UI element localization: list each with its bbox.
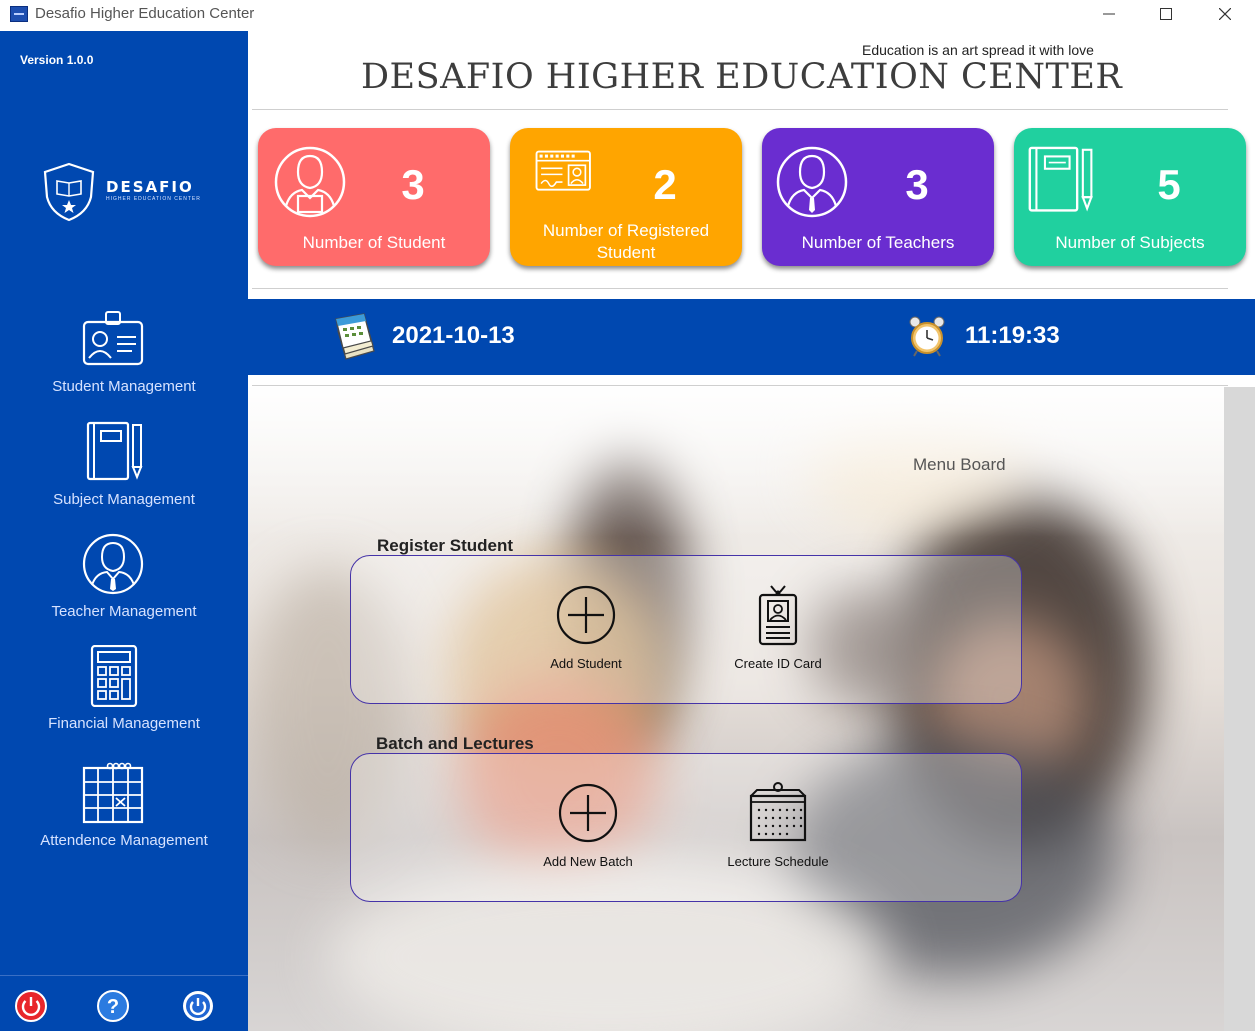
alarm-clock-icon <box>909 316 945 357</box>
logout-icon <box>183 991 213 1021</box>
current-date: 2021-10-13 <box>392 322 515 349</box>
power-off-icon <box>15 990 47 1022</box>
version-label: Version 1.0.0 <box>20 53 94 67</box>
header-divider <box>252 109 1228 110</box>
add-circle-icon <box>558 783 618 843</box>
add-new-batch-button[interactable]: Add New Batch <box>531 782 645 874</box>
group-title-batch-and-lectures: Batch and Lectures <box>376 734 534 753</box>
action-label: Create ID Card <box>734 656 822 671</box>
id-card-icon <box>758 585 798 646</box>
svg-text:?: ? <box>107 996 119 1018</box>
stat-label: Number of Teachers <box>801 233 955 252</box>
teacher-icon <box>776 146 848 218</box>
id-badge-icon <box>82 311 144 366</box>
logo-subtitle: HIGHER EDUCATION CENTER <box>106 196 201 202</box>
stat-card-subjects: 5 Number of Subjects <box>1014 128 1246 266</box>
lecture-schedule-button[interactable]: Lecture Schedule <box>721 782 835 874</box>
stat-count: 2 <box>653 161 677 208</box>
stat-card-teachers: 3 Number of Teachers <box>762 128 994 266</box>
sidebar-item-student-management[interactable]: Student Management <box>0 308 248 416</box>
shield-logo-icon <box>43 162 95 222</box>
minimize-button[interactable] <box>1086 0 1132 28</box>
help-icon: ? <box>97 990 129 1022</box>
registration-card-icon <box>535 150 591 191</box>
power-off-button[interactable] <box>14 989 48 1023</box>
app-icon <box>10 6 28 22</box>
close-button[interactable] <box>1202 0 1248 28</box>
help-button[interactable]: ? <box>96 989 130 1023</box>
notebook-icon <box>86 421 143 481</box>
group-register-student: Add Student Create ID Card <box>350 555 1022 704</box>
add-student-button[interactable]: Add Student <box>529 584 643 676</box>
action-label: Add Student <box>550 656 622 671</box>
teacher-icon <box>82 533 144 595</box>
group-title-register-student: Register Student <box>377 536 514 555</box>
logo-name: DESAFIO <box>106 178 194 196</box>
calendar-icon <box>82 762 144 824</box>
schedule-board-icon <box>749 782 807 842</box>
close-icon <box>1219 8 1231 20</box>
maximize-button[interactable] <box>1143 0 1189 28</box>
notebook-icon <box>1028 146 1093 212</box>
classroom-background-image <box>248 387 1224 1031</box>
stat-label: Number of Student <box>302 233 446 252</box>
group-batch-and-lectures: Add New Batch Lecture Schedule <box>350 753 1022 902</box>
calculator-icon <box>90 645 138 707</box>
sidebar: Version 1.0.0 DESAFIO HIGHER EDUCATION C… <box>0 31 248 1031</box>
datetime-bar: 2021-10-13 11:19:33 <box>248 299 1255 375</box>
tagline: Education is an art spread it with love <box>862 42 1094 58</box>
stat-label: Number of Subjects <box>1055 233 1205 252</box>
current-time: 11:19:33 <box>965 322 1060 349</box>
stat-count: 3 <box>905 161 929 208</box>
minimize-icon <box>1103 13 1115 15</box>
stat-label: Number of Registered Student <box>542 221 710 262</box>
sidebar-divider <box>0 975 248 976</box>
datebar-divider <box>252 385 1228 386</box>
window-title: Desafio Higher Education Center <box>35 5 255 22</box>
stat-count: 3 <box>401 161 425 208</box>
sidebar-item-teacher-management[interactable]: Teacher Management <box>0 533 248 641</box>
logout-button[interactable] <box>181 989 215 1023</box>
maximize-icon <box>1160 8 1172 20</box>
window-titlebar: Desafio Higher Education Center <box>0 0 1259 31</box>
create-id-card-button[interactable]: Create ID Card <box>721 584 835 676</box>
stat-count: 5 <box>1157 161 1181 208</box>
stat-card-registered-students: 2 Number of Registered Student <box>510 128 742 266</box>
calendar-stack-icon <box>335 313 375 360</box>
sidebar-item-financial-management[interactable]: Financial Management <box>0 645 248 753</box>
add-circle-icon <box>556 585 616 645</box>
sidebar-item-label: Student Management <box>52 378 196 395</box>
action-label: Add New Batch <box>543 854 633 869</box>
sidebar-item-label: Financial Management <box>48 715 200 732</box>
student-icon <box>274 146 346 218</box>
page-title: DESAFIO HIGHER EDUCATION CENTER <box>361 57 1123 97</box>
menu-board-title: Menu Board <box>913 455 1006 474</box>
sidebar-item-label: Teacher Management <box>51 603 197 620</box>
cards-divider <box>252 288 1228 289</box>
sidebar-item-attendence-management[interactable]: Attendence Management <box>0 762 248 870</box>
logo: DESAFIO HIGHER EDUCATION CENTER <box>40 161 210 223</box>
scroll-gutter <box>1224 387 1255 1031</box>
stat-card-students: 3 Number of Student <box>258 128 490 266</box>
sidebar-item-subject-management[interactable]: Subject Management <box>0 421 248 529</box>
sidebar-item-label: Attendence Management <box>40 832 208 849</box>
sidebar-item-label: Subject Management <box>53 491 195 508</box>
action-label: Lecture Schedule <box>727 854 829 869</box>
